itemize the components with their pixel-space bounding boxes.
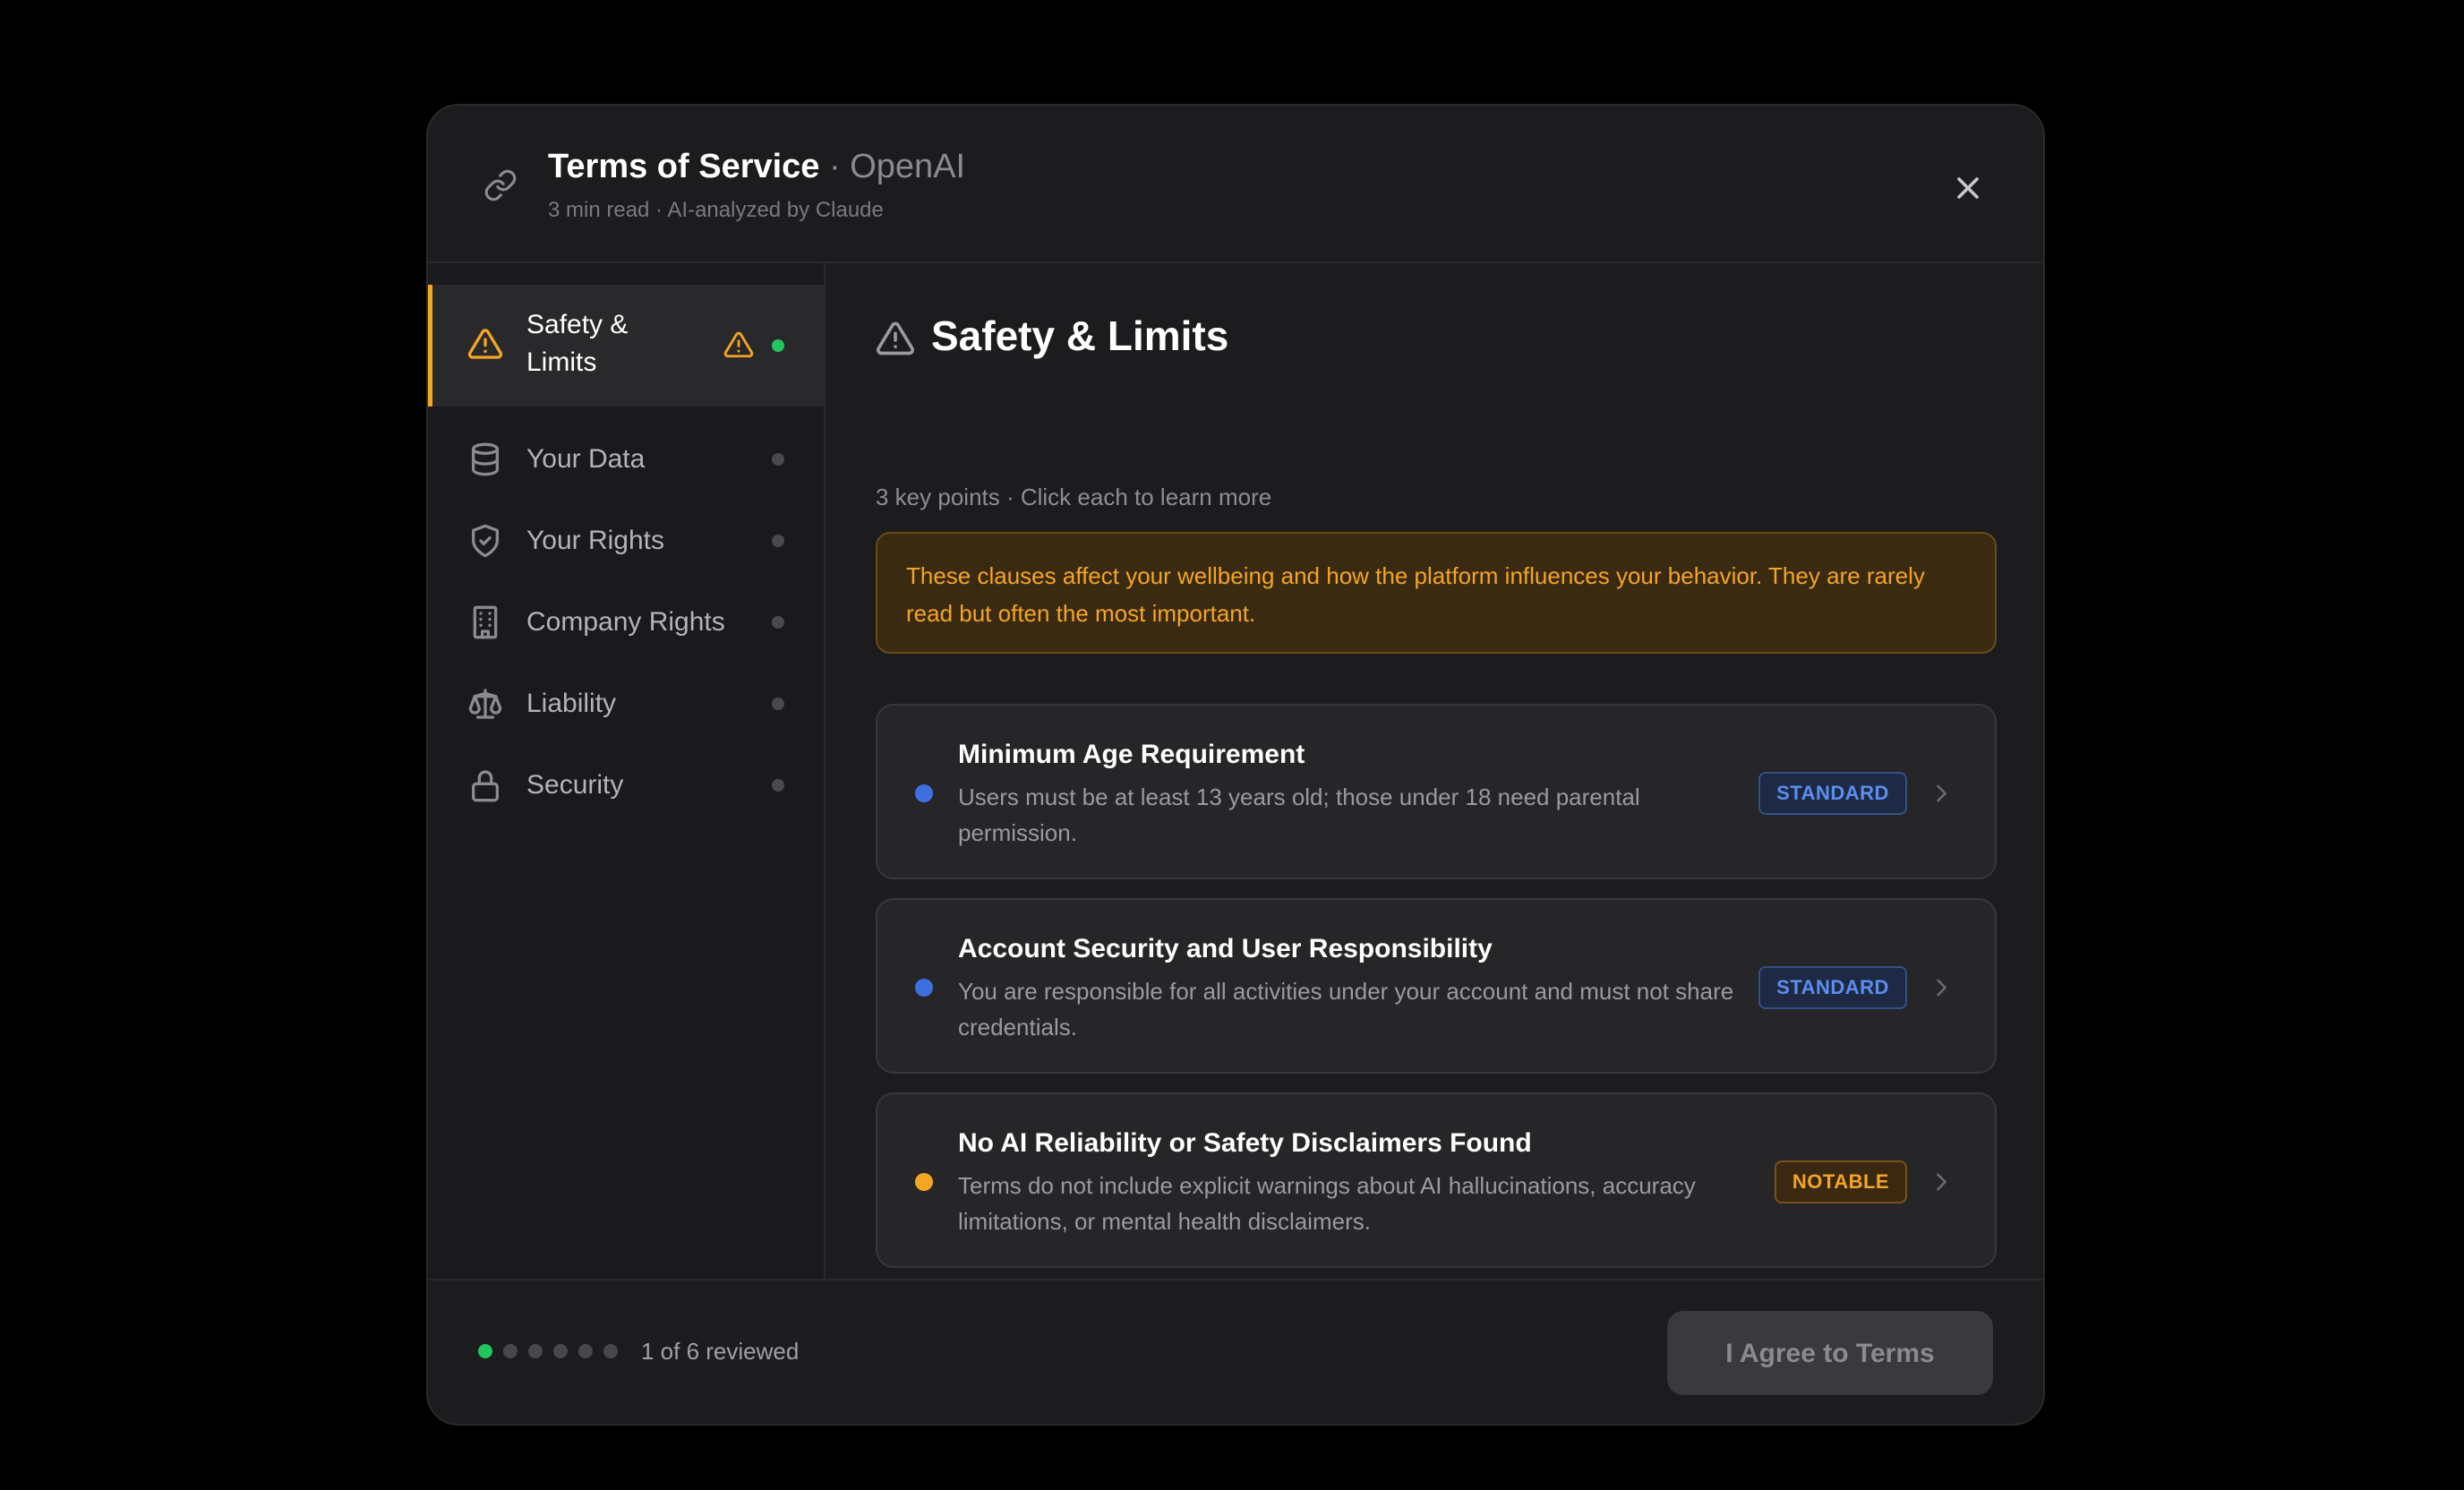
building-icon: [473, 605, 498, 639]
severity-badge: STANDARD: [1758, 966, 1907, 1009]
card-description: Users must be at least 13 years old; tho…: [958, 784, 1640, 846]
status-dot: [772, 779, 784, 792]
sidebar-item-security[interactable]: Security: [428, 745, 824, 826]
chevron-right-icon: [1937, 979, 1946, 997]
sidebar-item-company-rights[interactable]: Company Rights: [428, 582, 824, 663]
database-icon: [472, 442, 499, 476]
sidebar-item-your-data[interactable]: Your Data: [428, 419, 824, 500]
clause-card[interactable]: Minimum Age Requirement Users must be at…: [876, 704, 1997, 879]
agree-button[interactable]: I Agree to Terms: [1667, 1311, 1993, 1395]
clause-card[interactable]: No AI Reliability or Safety Disclaimers …: [876, 1092, 1997, 1268]
status-dot: [772, 616, 784, 629]
progress-dot: [503, 1344, 518, 1358]
clause-card[interactable]: Account Security and User Responsibility…: [876, 898, 1997, 1074]
progress-dot: [578, 1344, 593, 1358]
close-icon[interactable]: [1950, 170, 1986, 206]
card-title: Account Security and User Responsibility: [958, 934, 1493, 963]
card-title: No AI Reliability or Safety Disclaimers …: [958, 1128, 1532, 1158]
company-name: OpenAI: [850, 148, 966, 185]
severity-dot: [915, 784, 933, 802]
terms-modal: Terms of Service · OpenAI 3 min read · A…: [426, 104, 2045, 1426]
section-title: Safety & Limits: [931, 313, 1229, 359]
severity-badge: NOTABLE: [1775, 1160, 1907, 1203]
card-description: Terms do not include explicit warnings a…: [958, 1172, 1696, 1235]
reviewed-status-dot: [772, 339, 784, 352]
sidebar-item-label: Company Rights: [526, 607, 725, 637]
progress-text: 1 of 6 reviewed: [641, 1338, 800, 1365]
title-separator: ·: [829, 148, 841, 185]
lock-icon: [472, 770, 499, 802]
severity-badge: STANDARD: [1758, 772, 1907, 815]
status-dot: [772, 698, 784, 710]
title-text: Terms of Service: [548, 148, 820, 185]
card-description: You are responsible for all activities u…: [958, 978, 1734, 1040]
sidebar-item-label: Your Rights: [526, 526, 664, 555]
sidebar-item-label: Liability: [526, 689, 617, 718]
page-title: Terms of Service · OpenAI: [548, 145, 965, 188]
sidebar-item-label: Safety & Limits: [526, 310, 629, 377]
progress-dot: [528, 1344, 543, 1358]
shield-check-icon: [472, 524, 499, 558]
status-dot: [772, 535, 784, 547]
sidebar-nav: Safety & Limits Your Data Your Rights Co…: [428, 263, 826, 1279]
sidebar-item-liability[interactable]: Liability: [428, 664, 824, 744]
card-title: Minimum Age Requirement: [958, 740, 1305, 769]
progress-dot: [478, 1344, 492, 1358]
link-icon: [484, 169, 517, 201]
chevron-right-icon: [1937, 1173, 1946, 1191]
warning-icon: [467, 329, 503, 359]
status-dot: [772, 453, 784, 466]
modal-header: Terms of Service · OpenAI 3 min read · A…: [428, 106, 2043, 263]
sidebar-item-your-rights[interactable]: Your Rights: [428, 501, 824, 581]
header-subtitle: 3 min read · AI-analyzed by Claude: [548, 198, 884, 222]
warning-icon: [877, 321, 914, 355]
severity-dot: [915, 1173, 933, 1191]
sidebar-item-label: Security: [526, 770, 624, 800]
progress-dot: [603, 1344, 618, 1358]
chevron-right-icon: [1937, 784, 1946, 802]
section-subtitle-text: 3 key points · Click each to learn more: [876, 484, 1272, 510]
sidebar-item-safety-limits[interactable]: Safety & Limits: [428, 285, 824, 407]
severity-dot: [915, 979, 933, 997]
progress-dot: [553, 1344, 568, 1358]
main-content: Safety & Limits 3 key points · Click eac…: [826, 263, 2043, 1279]
scale-icon: [468, 689, 502, 719]
modal-footer: 1 of 6 reviewed I Agree to Terms: [428, 1279, 2043, 1424]
alert-triangle-icon: [723, 331, 754, 358]
alert-banner: These clauses affect your wellbeing and …: [876, 532, 1997, 654]
sidebar-item-label: Your Data: [526, 444, 646, 474]
